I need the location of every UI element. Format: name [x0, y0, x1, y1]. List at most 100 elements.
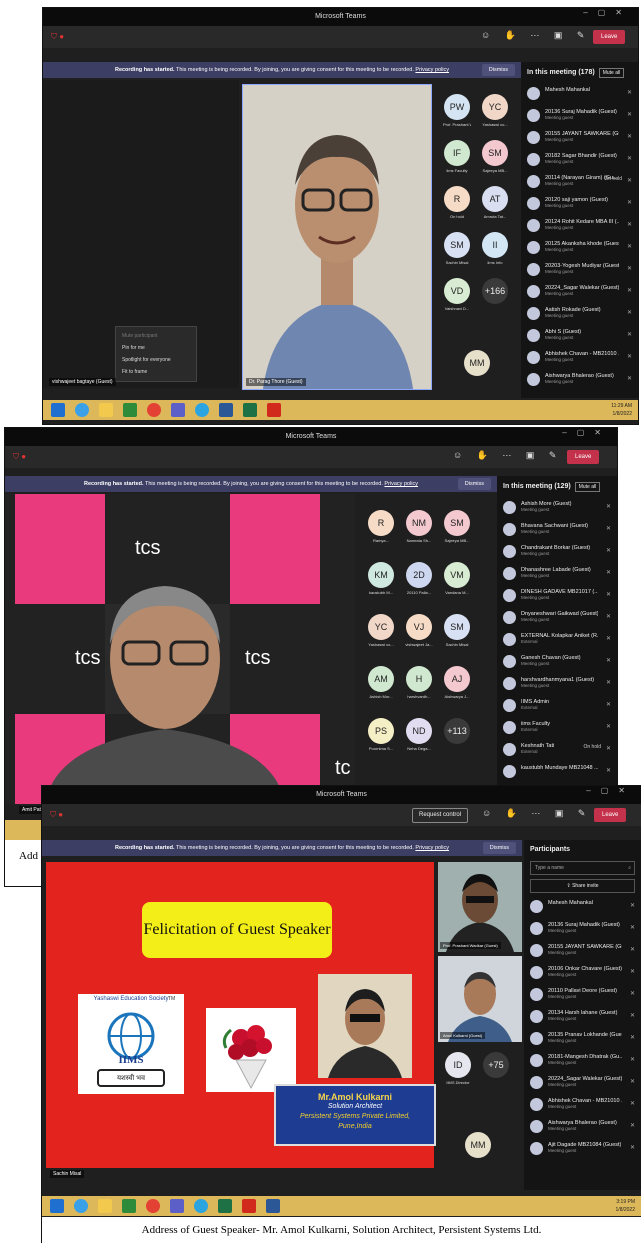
participant-row[interactable]: EXTERNAL Kolapkar Aniket (R... External ✕ [497, 630, 617, 652]
participant-tile[interactable]: II iims Info [481, 232, 509, 265]
start-icon[interactable] [50, 1199, 64, 1213]
participant-tile[interactable]: NM Namrata Sh... [405, 510, 433, 543]
participant-row[interactable]: Bhavana Sachwani (Guest) Meeting guest ✕ [497, 520, 617, 542]
participant-tile[interactable]: AM Ashish Mor... [367, 666, 395, 699]
participant-row[interactable]: Aishwarya Bhalerao (Guest) Meeting guest ✕ [524, 1117, 641, 1139]
participant-tile[interactable]: KM kaustubh M... [367, 562, 395, 595]
ctx-fit[interactable]: Fit to frame [116, 366, 196, 378]
office-icon[interactable] [122, 1199, 136, 1213]
excel-icon[interactable] [243, 403, 257, 417]
participant-row[interactable]: 20134 Harsh lahane (Guest) Meeting guest ✕ [524, 1007, 641, 1029]
chrome-icon[interactable] [147, 403, 161, 417]
participant-row[interactable]: harshvardhanmyana1 (Guest) Meeting guest ✕ [497, 674, 617, 696]
window-controls[interactable]: –▢✕ [562, 428, 611, 437]
participant-tile[interactable]: ND Neha Dega... [405, 718, 433, 751]
request-control-button[interactable]: Request control [412, 808, 469, 823]
participant-tile[interactable]: +166 [481, 278, 509, 306]
participant-tile[interactable]: SM Sajeeya MB... [443, 510, 471, 543]
participant-row[interactable]: Abhishek Chavan - MB21010 ... Meeting gue… [521, 348, 638, 370]
participant-row[interactable]: Dhanashree Labade (Guest) Meeting guest ✕ [497, 564, 617, 586]
participant-row[interactable]: 20181-Mangesh Dhatrak (Gu... Meeting gues… [524, 1051, 641, 1073]
folder-icon[interactable] [99, 403, 113, 417]
participant-tile[interactable]: VM Vandana M... [443, 562, 471, 595]
participant-tile[interactable]: AT Amruta Tat... [481, 186, 509, 219]
participant-tile[interactable]: R Ramya... [367, 510, 395, 543]
participant-row[interactable]: iims Faculty External ✕ [497, 718, 617, 740]
window-controls[interactable]: –▢✕ [583, 8, 632, 17]
ie-icon[interactable] [74, 1199, 88, 1213]
participant-row[interactable]: kaustubh Mundaye MB21048 ... ✕ [497, 762, 617, 784]
privacy-link[interactable]: Privacy policy [415, 845, 449, 851]
leave-button[interactable]: Leave [593, 30, 626, 44]
word-icon[interactable] [219, 403, 233, 417]
ie-icon[interactable] [75, 403, 89, 417]
participant-row[interactable]: Abhishek Chavan - MB21010 ... Meeting gue… [524, 1095, 641, 1117]
participant-tile[interactable]: SM Sajeeya MB... [481, 140, 509, 173]
mute-all-button[interactable]: Mute all [598, 68, 625, 78]
participant-row[interactable]: Ganesh Chavan (Guest) Meeting guest ✕ [497, 652, 617, 674]
word-icon[interactable] [266, 1199, 280, 1213]
ctx-mute[interactable]: Mute participant [116, 330, 196, 342]
participant-tile[interactable]: VJ vishwajeet Ja... [405, 614, 433, 647]
participant-row[interactable]: 20125 Akanksha khode (Guest) Meeting gues… [521, 238, 638, 260]
participant-tile[interactable]: AJ Aishwarya J... [443, 666, 471, 699]
participant-tile[interactable]: SM Sachin Misal [443, 614, 471, 647]
participant-row[interactable]: 20120 saji yamon (Guest) Meeting guest ✕ [521, 194, 638, 216]
participant-tile[interactable]: YC Yashaswi co... [481, 94, 509, 127]
dismiss-button[interactable]: Dismiss [481, 64, 515, 76]
participant-tile[interactable]: PS Poornima S... [367, 718, 395, 751]
toolbar-icons[interactable]: ☺ ✋ ⋯ ▣ ✎ ▤ [453, 450, 585, 461]
participant-row[interactable]: Chandrakant Borkar (Guest) Meeting guest ✕ [497, 542, 617, 564]
participant-tile[interactable]: 2D 20110 Palla... [405, 562, 433, 595]
participant-tile[interactable]: Hharshvardh... [405, 666, 433, 699]
mute-all-button[interactable]: Mute all [574, 482, 601, 492]
participant-row[interactable]: DINESH GADAVE MB21017 (... Meeting guest ✕ [497, 586, 617, 608]
privacy-link[interactable]: Privacy policy [384, 481, 418, 487]
pdf-icon[interactable] [267, 403, 281, 417]
participant-row[interactable]: Ajit Dagade MB21084 (Guest) Meeting guest… [524, 1139, 641, 1161]
participant-row[interactable]: Keshnath Tati External ✕ On hold [497, 740, 617, 762]
office-icon[interactable] [123, 403, 137, 417]
participant-tile[interactable]: SM Sachin Misal [443, 232, 471, 265]
chrome-icon[interactable] [146, 1199, 160, 1213]
teams-icon[interactable] [170, 1199, 184, 1213]
participant-row[interactable]: 20106 Onkar Chavare (Guest) Meeting guest… [524, 963, 641, 985]
participant-row[interactable]: 20224_Sagar Walekar (Guest) Meeting guest… [524, 1073, 641, 1095]
participant-tile[interactable]: IF iims Faculty [443, 140, 471, 173]
participant-row[interactable]: 20155 JAYANT SAWKARE (Gu... Meeting guest… [524, 941, 641, 963]
participant-row[interactable]: 20203-Yogesh Mudiyar (Guest) Meeting gues… [521, 260, 638, 282]
participant-row[interactable]: 20224_Sagar Walekar (Guest) Meeting guest… [521, 282, 638, 304]
participant-row[interactable]: Mahesh Mahankal ✕ [521, 84, 638, 106]
teams-icon[interactable] [171, 403, 185, 417]
ctx-pin[interactable]: Pin for me [116, 342, 196, 354]
participant-row[interactable]: Ashish More (Guest) Meeting guest ✕ [497, 498, 617, 520]
participant-row[interactable]: 20110 Pallavi Deore (Guest) Meeting guest… [524, 985, 641, 1007]
window-controls[interactable]: –▢✕ [586, 786, 635, 795]
participant-row[interactable]: 20135 Pranav Lokhande (Guest) Meeting gue… [524, 1029, 641, 1051]
context-menu[interactable]: Mute participant Pin for me Spotlight fo… [115, 326, 197, 382]
privacy-link[interactable]: Privacy policy [415, 67, 449, 73]
participant-row[interactable]: Mahesh Mahankal ✕ [524, 897, 641, 919]
participant-row[interactable]: IIMS Admin External ✕ [497, 696, 617, 718]
participant-tile[interactable]: YC Yashaswi co... [367, 614, 395, 647]
participant-tile[interactable]: +75 [482, 1052, 510, 1080]
excel-icon[interactable] [218, 1199, 232, 1213]
dismiss-button[interactable]: Dismiss [457, 478, 491, 490]
leave-button[interactable]: Leave [594, 808, 627, 822]
participant-tile[interactable]: ID IIMS Director [444, 1052, 472, 1085]
leave-button[interactable]: Leave [567, 450, 600, 464]
participant-row[interactable]: 20182 Sagar Bhandir (Guest) Meeting guest… [521, 150, 638, 172]
pdf-icon[interactable] [242, 1199, 256, 1213]
telegram-icon[interactable] [194, 1199, 208, 1213]
start-icon[interactable] [51, 403, 65, 417]
telegram-icon[interactable] [195, 403, 209, 417]
participant-row[interactable]: 20114 (Narayan Giram) (Gu... Meeting gues… [521, 172, 638, 194]
participant-row[interactable]: 20155 JAYANT SAWKARE (Gu... Meeting guest… [521, 128, 638, 150]
participant-tile[interactable]: PW Prof. Prashant W... [443, 94, 471, 127]
participant-row[interactable]: Abhi S (Guest) Meeting guest ✕ [521, 326, 638, 348]
participant-row[interactable]: 20136 Suraj Mahadik (Guest) Meeting guest… [524, 919, 641, 941]
folder-icon[interactable] [98, 1199, 112, 1213]
participant-row[interactable]: Aatish Rokade (Guest) Meeting guest ✕ [521, 304, 638, 326]
search-input[interactable]: Type a name ⌕ [530, 861, 635, 875]
participant-row[interactable]: Aishwarya Bhalerao (Guest) Meeting guest ✕ [521, 370, 638, 392]
